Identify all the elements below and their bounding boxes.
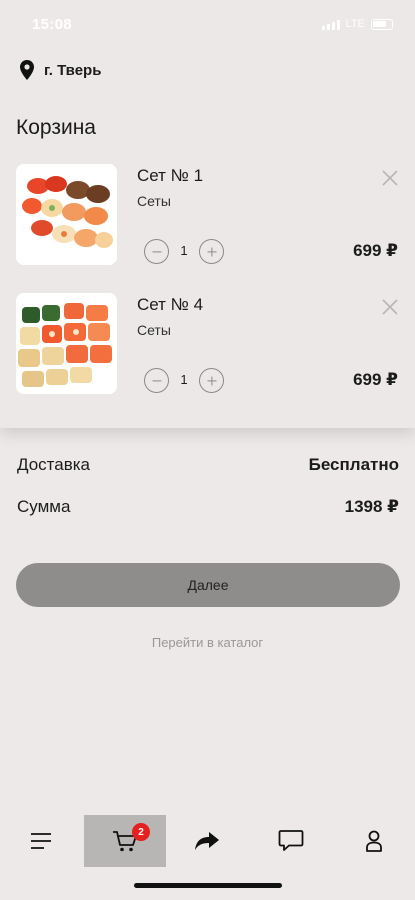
total-row: Сумма 1398 ₽ [17,497,399,517]
nav-profile[interactable] [333,815,415,867]
item-name: Сет № 4 [137,295,204,314]
location-city: г. Тверь [44,61,102,79]
total-value: 1398 ₽ [344,497,399,516]
status-time: 15:08 [32,16,72,33]
item-category: Сеты [137,193,171,209]
cart-item: Сет № 1 Сеты 1 699 ₽ [0,164,415,268]
close-icon[interactable] [380,297,400,317]
delivery-row: Доставка Бесплатно [17,455,399,475]
page-title: Корзина [16,116,96,139]
nav-share[interactable] [166,815,248,867]
cart-item: Сет № 4 Сеты 1 699 ₽ [0,293,415,397]
delivery-label: Доставка [17,455,91,474]
map-pin-icon [20,60,34,80]
decrease-quantity-button[interactable] [144,239,169,264]
location-selector[interactable]: г. Тверь [20,60,101,80]
item-image [16,293,117,394]
menu-icon [31,833,51,849]
status-bar: 15:08 LTE [0,0,415,48]
total-label: Сумма [17,497,71,516]
delivery-value: Бесплатно [308,455,399,474]
status-indicators: LTE [321,18,393,30]
item-price: 699 ₽ [353,370,398,389]
next-button[interactable]: Далее [16,563,400,607]
nav-chat[interactable] [250,815,332,867]
share-icon [195,832,219,850]
nav-menu[interactable] [0,815,82,867]
close-icon[interactable] [380,168,400,188]
decrease-quantity-button[interactable] [144,368,169,393]
chat-icon [278,830,304,851]
increase-quantity-button[interactable] [199,368,224,393]
bottom-nav: 2 [0,815,415,867]
battery-icon [371,18,393,30]
profile-icon [366,830,382,852]
network-label: LTE [345,18,365,30]
item-image [16,164,117,265]
cart-count-badge: 2 [132,823,150,841]
item-category: Сеты [137,322,171,338]
increase-quantity-button[interactable] [199,239,224,264]
home-indicator [134,883,282,888]
item-quantity: 1 [180,372,188,387]
cart-panel: 15:08 LTE г. Тверь Корзина Сет № 1 Сеты … [0,0,415,428]
item-quantity: 1 [180,243,188,258]
nav-cart[interactable]: 2 [84,815,166,867]
signal-icon [321,19,340,30]
item-name: Сет № 1 [137,166,204,185]
catalog-link[interactable]: Перейти в каталог [0,635,415,650]
item-price: 699 ₽ [353,241,398,260]
